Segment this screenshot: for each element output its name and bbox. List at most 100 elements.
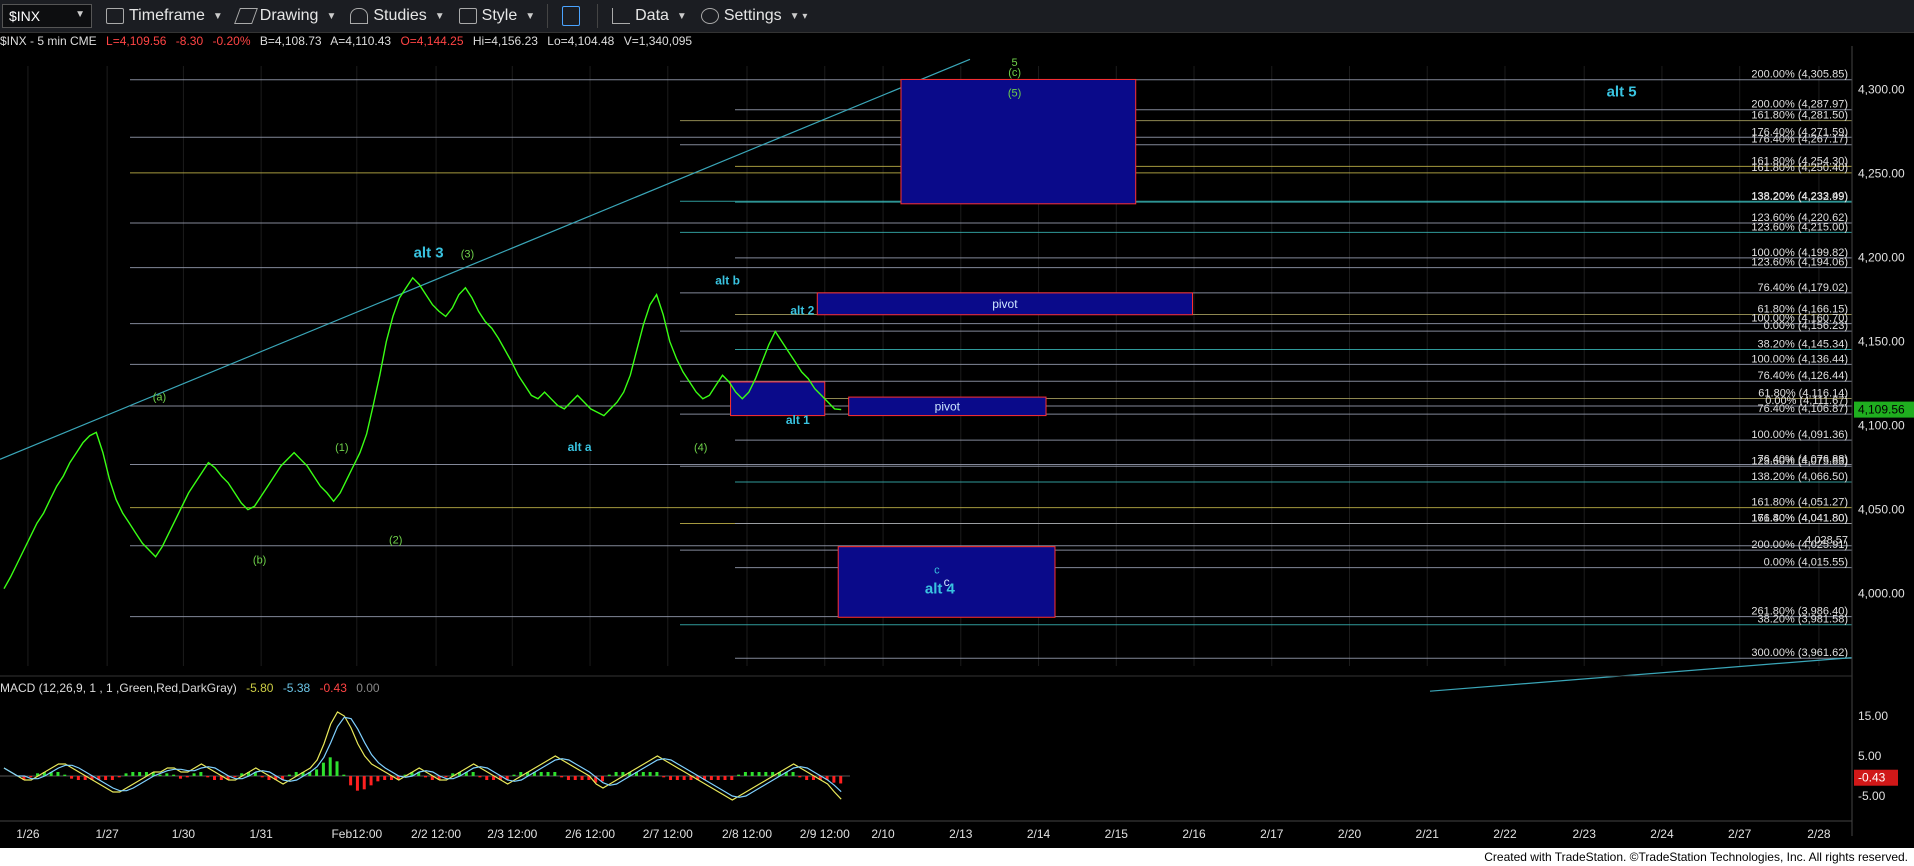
wave-label: (2) [389,534,402,546]
price-axis-tick: 4,250.00 [1858,167,1905,181]
fib-level-label: 200.00% (4,305.85) [1751,69,1848,81]
target-zone [730,381,826,417]
zone-label: pivot [935,399,961,413]
style-menu[interactable]: Style ▼ [458,7,536,25]
price-axis-tick: 4,300.00 [1858,83,1905,97]
macd-histogram-bar [512,774,516,776]
macd-histogram-bar [805,776,809,780]
wave-label: alt 2 [790,304,814,318]
data-menu[interactable]: Data ▼ [612,7,687,25]
timeframe-label: Timeframe [129,7,205,24]
price-axis-tick: 4,200.00 [1858,251,1905,265]
macd-histogram-bar [478,776,482,778]
studies-menu[interactable]: Studies ▼ [350,7,445,25]
time-axis-tick: 2/20 [1338,827,1362,841]
macd-histogram-bar [730,776,734,780]
gear-icon [700,8,719,24]
macd-current-label: -0.43 [1858,771,1886,785]
macd-histogram-bar [669,776,673,780]
bar-chart-icon [612,8,631,24]
macd-histogram-bar [104,776,108,780]
current-price-label: 4,109.56 [1858,403,1905,417]
time-axis-tick: 2/27 [1728,827,1752,841]
style-icon [458,8,477,24]
time-axis-tick: 2/10 [871,827,895,841]
macd-histogram-bar [641,772,645,776]
macd-signal-line [3,716,842,798]
time-axis-tick: 2/7 12:00 [643,827,693,841]
time-axis-tick: 2/23 [1573,827,1597,841]
wave-label: (3) [461,249,474,261]
macd-histogram-bar [600,776,604,782]
time-axis-tick: 1/31 [249,827,273,841]
time-axis-tick: 1/27 [95,827,119,841]
fib-level-label: 76.40% (4,179.02) [1757,282,1848,294]
macd-histogram-bar [233,776,237,778]
macd-histogram-bar [614,772,618,776]
fib-level-label: 123.60% (4,075.83) [1751,455,1848,467]
macd-histogram-bar [580,776,584,780]
time-axis-tick: 2/9 12:00 [800,827,850,841]
fib-level-label: 161.80% (4,281.50) [1751,110,1848,122]
time-axis-tick: 2/14 [1027,827,1051,841]
wave-label: (b) [253,554,266,566]
macd-histogram-bar [662,776,666,778]
macd-histogram-bar [709,776,713,780]
macd-histogram-bar [655,772,659,776]
chevron-down-icon: ▼ [212,10,223,22]
fib-level-label: 76.40% (4,106.87) [1757,403,1848,415]
time-axis-tick: 2/15 [1105,827,1129,841]
toolbar-divider [597,4,599,28]
macd-histogram-bar [716,776,720,780]
macd-histogram-bar [321,762,325,776]
fib-level-label: 176.40% (4,041.80) [1751,512,1848,524]
settings-label: Settings [723,7,782,24]
macd-histogram-bar [383,776,387,780]
wave-label: alt 1 [786,413,810,427]
layout-button[interactable] [562,6,585,26]
macd-zero-value: 0.00 [356,681,380,695]
style-label: Style [481,7,518,24]
symbol-value: $INX [9,8,41,24]
macd-value: -5.80 [246,681,274,695]
chevron-down-icon: ▼ [434,10,445,22]
macd-histogram-bar [369,776,373,786]
macd-histogram-bar [199,772,203,776]
time-axis-tick: 2/3 12:00 [487,827,537,841]
time-axis-tick: 2/24 [1650,827,1674,841]
chevron-down-icon[interactable]: ▼ [75,9,85,20]
timeframe-menu[interactable]: Timeframe ▼ [106,7,223,25]
fib-level-label: 123.60% (4,194.06) [1751,257,1848,269]
price-chart[interactable]: 200.00% (4,305.85)161.80% (4,281.50)200.… [0,46,1914,846]
pencil-icon [233,8,258,24]
price-axis-tick: 4,000.00 [1858,587,1905,601]
macd-histogram-bar [213,776,217,780]
macd-histogram-bar [355,776,359,791]
wave-label: (1) [335,442,348,454]
macd-histogram-bar [546,772,550,776]
time-axis-tick: 2/13 [949,827,973,841]
time-axis-tick: 1/26 [16,827,40,841]
time-axis-tick: 2/17 [1260,827,1284,841]
fib-level-label: 300.00% (3,961.62) [1751,647,1848,659]
macd-histogram-bar [737,774,741,776]
fib-level-label: 161.80% (4,250.40) [1751,162,1848,174]
macd-histogram-bar [56,772,60,776]
fib-level-label: 161.80% (4,051.27) [1751,497,1848,509]
layout-icon [562,6,581,26]
time-axis-tick: 2/22 [1493,827,1517,841]
macd-signal-value: -5.38 [282,681,311,695]
chevron-down-icon: ▼ ▾ [789,10,808,22]
macd-histogram-bar [832,776,836,783]
toolbar-divider [547,4,549,28]
chevron-down-icon: ▼ [525,10,536,22]
macd-histogram-bar [607,774,611,776]
settings-menu[interactable]: Settings ▼ ▾ [700,7,808,25]
wave-label: c [934,565,940,577]
drawing-menu[interactable]: Drawing ▼ [233,7,336,25]
symbol-input[interactable]: $INX ▼ [2,4,92,28]
footer-copyright: Created with TradeStation. ©TradeStation… [0,848,1914,866]
fib-level-label: 0.00% (4,156.23) [1764,320,1848,332]
wave-label: alt 3 [414,245,444,262]
macd-histogram-bar [185,776,189,778]
